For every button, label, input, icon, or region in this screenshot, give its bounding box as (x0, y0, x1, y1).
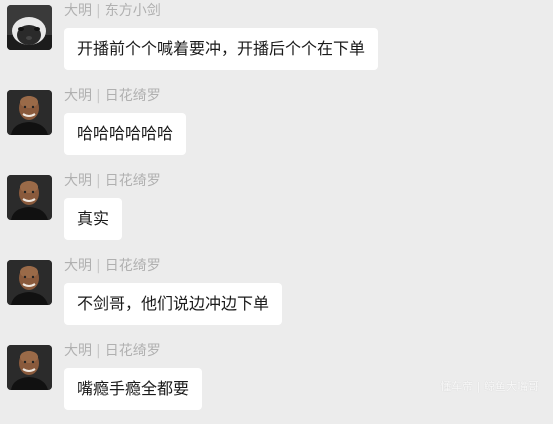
watermark: 懂车帝 | 鲸鱼大嘴哥 (440, 380, 539, 393)
message-bubble[interactable]: 不剑哥，他们说边冲边下单 (64, 283, 283, 325)
bald-man-avatar[interactable] (7, 90, 52, 135)
separator: | (96, 173, 101, 189)
sender-group: 日花绮罗 (104, 173, 161, 189)
message-bubble[interactable]: 嘴瘾手瘾全都要 (64, 368, 203, 410)
message-bubble[interactable]: 开播前个个喊着要冲，开播后个个在下单 (64, 28, 379, 70)
separator: | (96, 88, 101, 104)
sender-line: 大明 | 日花绮罗 (64, 342, 161, 360)
bald-man-avatar[interactable] (7, 345, 52, 390)
bald-man-avatar[interactable] (7, 260, 52, 305)
raccoon-avatar[interactable] (7, 5, 52, 50)
sender-name: 大明 (64, 343, 92, 359)
sender-name: 大明 (64, 258, 92, 274)
chat-message: 大明 | 东方小剑 开播前个个喊着要冲，开播后个个在下单 (0, 0, 553, 84)
bald-man-avatar[interactable] (7, 175, 52, 220)
sender-line: 大明 | 日花绮罗 (64, 257, 161, 275)
sender-name: 大明 (64, 3, 92, 19)
sender-name: 大明 (64, 88, 92, 104)
separator: | (96, 3, 101, 19)
sender-group: 日花绮罗 (104, 88, 161, 104)
sender-name: 大明 (64, 173, 92, 189)
sender-group: 东方小剑 (104, 3, 161, 19)
sender-group: 日花绮罗 (104, 343, 161, 359)
message-bubble[interactable]: 哈哈哈哈哈哈 (64, 113, 187, 155)
separator: | (96, 343, 101, 359)
chat-message: 大明 | 日花绮罗 不剑哥，他们说边冲边下单 (0, 255, 553, 339)
sender-line: 大明 | 日花绮罗 (64, 172, 161, 190)
sender-line: 大明 | 东方小剑 (64, 2, 161, 20)
chat-message: 大明 | 日花绮罗 哈哈哈哈哈哈 (0, 85, 553, 169)
message-bubble[interactable]: 真实 (64, 198, 123, 240)
sender-line: 大明 | 日花绮罗 (64, 87, 161, 105)
chat-message: 大明 | 日花绮罗 真实 (0, 170, 553, 254)
chat-history: 大明 | 东方小剑 开播前个个喊着要冲，开播后个个在下单 大明 | 日花绮罗 哈哈哈哈哈… (0, 0, 553, 410)
separator: | (96, 258, 101, 274)
sender-group: 日花绮罗 (104, 258, 161, 274)
